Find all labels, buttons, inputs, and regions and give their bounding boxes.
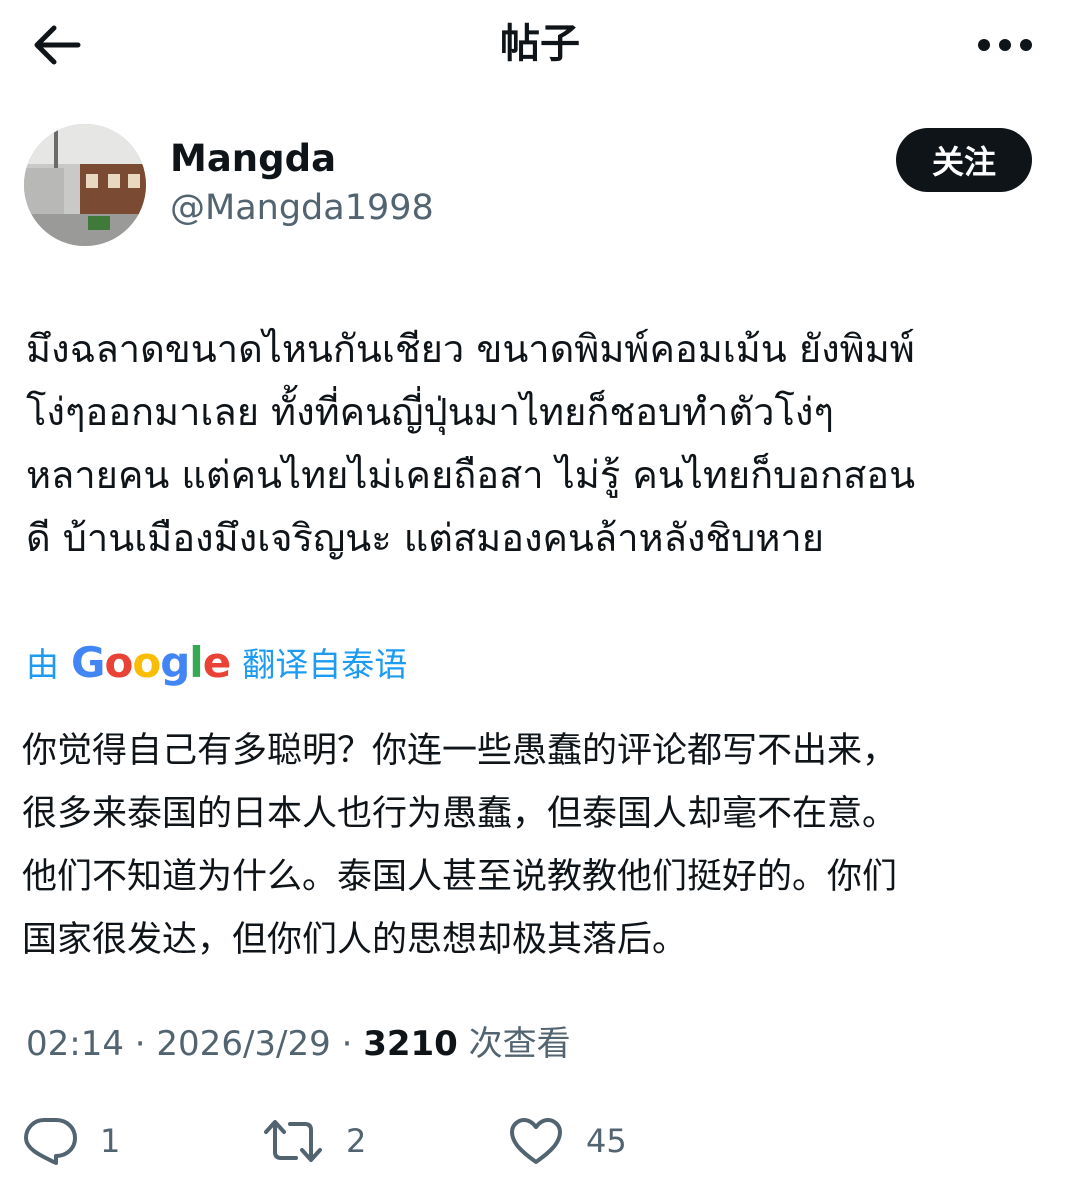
- page-title: 帖子: [500, 21, 580, 67]
- follow-button[interactable]: 关注: [896, 128, 1032, 192]
- post-meta: 02:14 · 2026/3/29 · 3210 次查看: [26, 1016, 571, 1072]
- heart-icon: [510, 1118, 562, 1164]
- post-original-text: มึงฉลาดขนาดไหนกันเชียว ขนาดพิมพ์คอมเม้น …: [26, 318, 1056, 570]
- post-translated-line: 很多来泰国的日本人也行为愚蠢，但泰国人却毫不在意。: [22, 794, 898, 834]
- post-time: 02:14: [26, 1024, 124, 1064]
- more-horizontal-icon: [978, 39, 1032, 51]
- post-original-line: มึงฉลาดขนาดไหนกันเชียว ขนาดพิมพ์คอมเม้น …: [26, 327, 915, 371]
- reply-count: 1: [100, 1122, 121, 1160]
- retweet-button[interactable]: 2: [262, 1108, 366, 1174]
- avatar[interactable]: [24, 124, 146, 246]
- post-original-line: หลายคน แต่คนไทยไม่เคยถือสา ไม่รู้ คนไทยก…: [26, 453, 916, 497]
- reply-button[interactable]: 1: [22, 1108, 120, 1174]
- author-name[interactable]: Mangda: [170, 136, 336, 182]
- post-date: 2026/3/29: [156, 1024, 331, 1064]
- translation-prefix: 由: [26, 645, 59, 684]
- post-actions: 1 2 45: [0, 1108, 1080, 1174]
- like-count: 45: [586, 1122, 627, 1160]
- like-button[interactable]: 45: [508, 1108, 627, 1174]
- reply-icon: [24, 1118, 77, 1165]
- retweet-count: 2: [346, 1122, 367, 1160]
- post-translated-line: 他们不知道为什么。泰国人甚至说教教他们挺好的。你们: [22, 857, 898, 897]
- top-bar: 帖子: [0, 0, 1080, 90]
- post-translated-line: 国家很发达，但你们人的思想却极其落后。: [22, 920, 688, 960]
- meta-separator: ·: [123, 1024, 157, 1064]
- post-original-line: ดี บ้านเมืองมึงเจริญนะ แต่สมองคนล้าหลังช…: [26, 516, 824, 560]
- more-options-button[interactable]: [970, 18, 1040, 72]
- post-translated-text: 你觉得自己有多聪明？你连一些愚蠢的评论都写不出来， 很多来泰国的日本人也行为愚蠢…: [22, 720, 1062, 972]
- post-translated-line: 你觉得自己有多聪明？你连一些愚蠢的评论都写不出来，: [22, 731, 898, 771]
- translation-attribution[interactable]: 由 Google 翻译自泰语: [26, 632, 407, 692]
- views-label: 次查看: [457, 1024, 571, 1064]
- author-handle[interactable]: @Mangda1998: [170, 186, 434, 230]
- google-logo: Google: [71, 637, 231, 687]
- translation-suffix: 翻译自泰语: [242, 645, 408, 684]
- views-count: 3210: [363, 1024, 458, 1064]
- avatar-image: [24, 124, 146, 246]
- post-original-line: โง่ๆออกมาเลย ทั้งที่คนญี่ปุ่นมาไทยก็ชอบท…: [26, 390, 834, 434]
- retweet-icon: [264, 1120, 322, 1162]
- meta-separator: ·: [330, 1024, 364, 1064]
- post-detail-page: 帖子 Mangda @Mangda1998 关注 มึงฉลาดขนาดไหนก…: [0, 0, 1080, 1182]
